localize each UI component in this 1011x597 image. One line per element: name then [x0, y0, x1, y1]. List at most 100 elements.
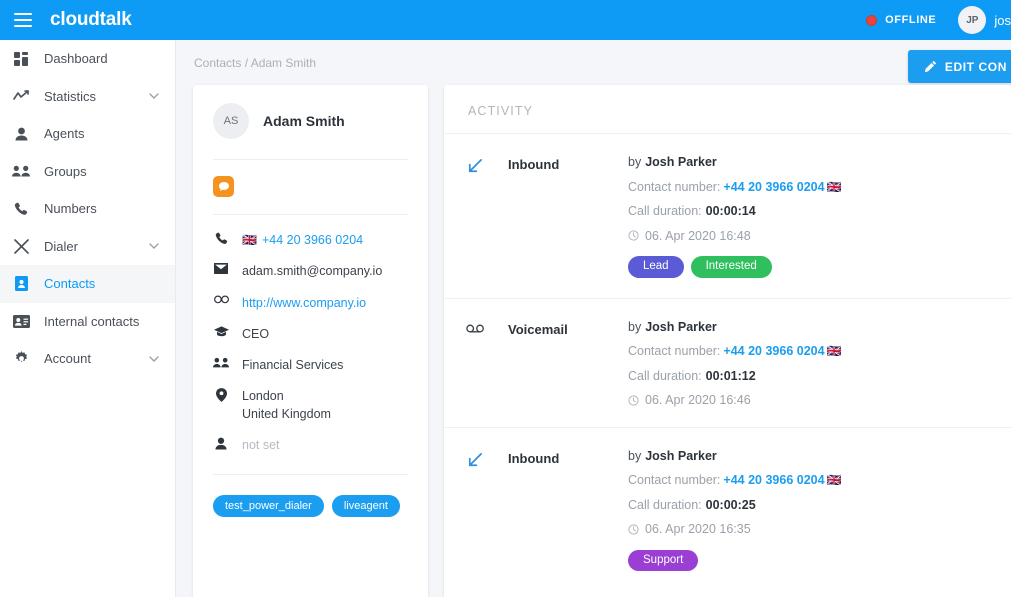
user-name[interactable]: jos	[994, 13, 1011, 28]
app-root: cloudtalk OFFLINE JP jos Dashboard Stati…	[0, 0, 1011, 597]
activity-tag[interactable]: Lead	[628, 256, 684, 278]
activity-timestamp: 06. Apr 2020 16:46	[628, 394, 847, 407]
activity-row[interactable]: Inbound by Josh Parker Contact number: +…	[444, 428, 1011, 592]
detail-row-phone[interactable]: 🇬🇧 +44 20 3966 0204	[213, 231, 408, 249]
chevron-down-icon[interactable]	[149, 356, 159, 362]
pencil-icon	[924, 60, 937, 73]
main-content: Contacts / Adam Smith EDIT CON AS Adam S…	[176, 40, 1011, 597]
activity-agent: by Josh Parker	[628, 319, 847, 334]
city-text: London	[242, 388, 284, 403]
detail-value-phone[interactable]: 🇬🇧 +44 20 3966 0204	[242, 231, 363, 249]
sidebar-item-label: Agents	[44, 126, 85, 142]
status-toggle[interactable]: OFFLINE	[866, 14, 936, 26]
sidebar-item-dashboard[interactable]: Dashboard	[0, 40, 175, 78]
by-label: by	[628, 448, 642, 463]
activity-type: Voicemail	[508, 321, 568, 337]
contact-tags: test_power_dialer liveagent	[213, 495, 408, 518]
app-logo[interactable]: cloudtalk	[50, 9, 132, 31]
agent-name: Josh Parker	[645, 319, 717, 334]
activity-meta: by Josh Parker Contact number: +44 20 39…	[628, 156, 847, 278]
liveagent-chat-icon[interactable]	[213, 176, 234, 197]
sidebar-item-label: Account	[44, 351, 91, 367]
sidebar-item-groups[interactable]: Groups	[0, 153, 175, 191]
activity-meta: by Josh Parker Contact number: +44 20 39…	[628, 319, 847, 407]
breadcrumb: Contacts / Adam Smith	[194, 56, 317, 70]
detail-row-location: London United Kingdom	[213, 387, 408, 423]
divider	[213, 214, 408, 215]
activity-tag[interactable]: Interested	[690, 256, 772, 278]
email-icon	[213, 262, 229, 275]
chevron-down-icon[interactable]	[149, 93, 159, 100]
inbound-call-icon	[466, 450, 508, 572]
sidebar-item-label: Dialer	[44, 238, 78, 254]
status-dot-icon	[866, 14, 878, 26]
timestamp-value: 06. Apr 2020 16:35	[645, 522, 751, 536]
activity-row[interactable]: Inbound by Josh Parker Contact number: +…	[444, 134, 1011, 299]
detail-row-assigned: not set	[213, 436, 408, 454]
activity-row[interactable]: Voicemail by Josh Parker Contact number:…	[444, 299, 1011, 428]
clock-icon	[628, 395, 639, 406]
sidebar-item-account[interactable]: Account	[0, 340, 175, 378]
activity-meta: by Josh Parker Contact number: +44 20 39…	[628, 448, 847, 571]
status-label: OFFLINE	[885, 14, 937, 26]
edit-contact-button[interactable]: EDIT CON	[907, 50, 1011, 83]
sidebar-item-internal-contacts[interactable]: Internal contacts	[0, 303, 175, 341]
activity-tags: Lead Interested	[628, 256, 847, 278]
detail-row-email[interactable]: adam.smith@company.io	[213, 262, 408, 280]
uk-flag-icon: 🇬🇧	[826, 344, 842, 359]
detail-value-email: adam.smith@company.io	[242, 264, 383, 279]
sidebar-item-numbers[interactable]: Numbers	[0, 190, 175, 228]
avatar[interactable]: JP	[958, 6, 987, 34]
activity-type: Inbound	[508, 450, 560, 466]
sidebar-item-label: Internal contacts	[44, 313, 140, 329]
contact-details-list: 🇬🇧 +44 20 3966 0204 adam.smith@company.io	[213, 231, 408, 454]
chevron-down-icon[interactable]	[149, 243, 159, 250]
activity-contact-number: Contact number: +44 20 3966 0204 🇬🇧	[628, 474, 847, 487]
top-bar: cloudtalk OFFLINE JP jos	[0, 0, 1011, 40]
link-icon	[213, 294, 229, 304]
activity-title: ACTIVITY	[444, 85, 1011, 134]
contact-name: Adam Smith	[263, 113, 345, 129]
activity-tag[interactable]: Support	[628, 549, 699, 571]
contacts-icon	[10, 275, 32, 293]
groups-icon	[10, 162, 32, 180]
activity-duration: Call duration: 00:01:12	[628, 369, 847, 383]
timestamp-value: 06. Apr 2020 16:48	[645, 228, 751, 243]
sidebar-item-agents[interactable]: Agents	[0, 115, 175, 153]
detail-row-website[interactable]: http://www.company.io	[213, 294, 408, 312]
voicemail-icon	[466, 321, 508, 407]
contact-number-label: Contact number:	[628, 344, 721, 358]
clock-icon	[628, 524, 639, 535]
contact-avatar: AS	[213, 103, 249, 139]
detail-value-location: London United Kingdom	[242, 387, 331, 423]
hamburger-icon[interactable]	[14, 13, 32, 27]
contact-number-value[interactable]: +44 20 3966 0204	[723, 180, 824, 194]
activity-contact-number: Contact number: +44 20 3966 0204 🇬🇧	[628, 345, 847, 358]
agent-name: Josh Parker	[645, 155, 717, 169]
detail-value-industry: Financial Services	[242, 357, 344, 372]
phone-number-text: +44 20 3966 0204	[261, 233, 364, 247]
person-icon	[213, 436, 229, 450]
timestamp-value: 06. Apr 2020 16:46	[645, 393, 751, 407]
inbound-call-icon	[466, 156, 508, 278]
education-icon	[213, 325, 229, 337]
internal-contacts-icon	[10, 312, 32, 330]
by-label: by	[628, 319, 642, 334]
contact-number-value[interactable]: +44 20 3966 0204	[723, 474, 824, 487]
contact-number-label: Contact number:	[628, 473, 721, 487]
contact-number-value[interactable]: +44 20 3966 0204	[723, 345, 824, 358]
detail-value-position: CEO	[242, 326, 270, 341]
sidebar-item-statistics[interactable]: Statistics	[0, 78, 175, 116]
phone-icon	[213, 231, 229, 245]
profile-header: AS Adam Smith	[213, 103, 408, 139]
by-label: by	[628, 155, 642, 169]
contact-tag[interactable]: test_power_dialer	[213, 495, 324, 518]
sidebar-item-label: Groups	[44, 163, 87, 179]
sidebar-item-dialer[interactable]: Dialer	[0, 228, 175, 266]
contact-tag[interactable]: liveagent	[331, 495, 400, 518]
statistics-icon	[10, 87, 32, 105]
sidebar-item-contacts[interactable]: Contacts	[0, 265, 175, 303]
gear-icon	[10, 350, 32, 368]
dialer-icon	[10, 237, 32, 255]
detail-value-website[interactable]: http://www.company.io	[242, 294, 366, 312]
